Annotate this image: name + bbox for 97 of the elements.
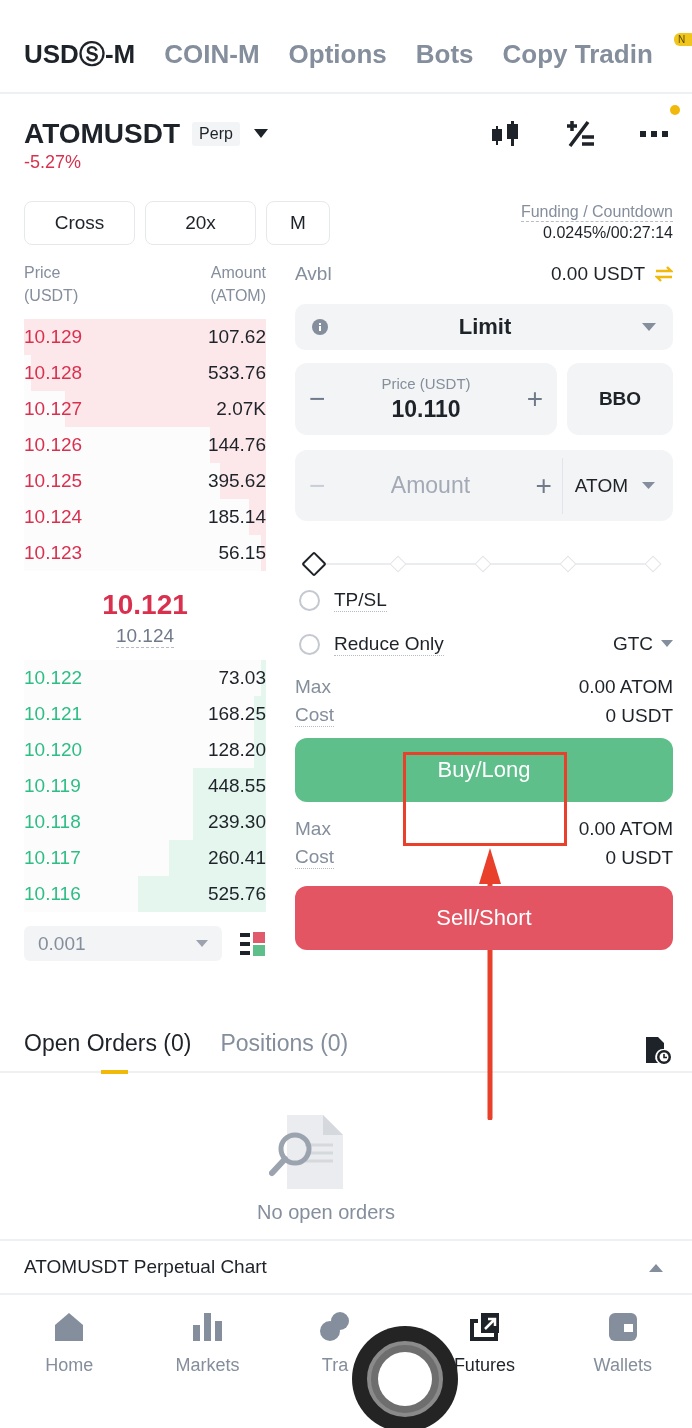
bid-price[interactable]: 10.116 — [24, 883, 81, 905]
market-tab[interactable]: Options — [288, 22, 387, 70]
funding-value: 0.0245%/00:27:14 — [543, 224, 673, 242]
price-value[interactable]: 10.110 — [391, 396, 461, 423]
bid-price[interactable]: 10.122 — [24, 667, 83, 689]
option-radio[interactable] — [299, 633, 320, 655]
info-value: 0 USDT — [605, 704, 673, 727]
option-radio[interactable] — [299, 589, 320, 611]
ask-amount: 144.76 — [207, 434, 266, 456]
market-tab[interactable]: COIN-M — [164, 22, 260, 70]
caret-icon — [661, 640, 673, 648]
ask-amount: 56.15 — [218, 542, 266, 564]
bid-amount: 128.20 — [207, 739, 266, 761]
chart-toggle-bar[interactable]: ATOMUSDT Perpetual Chart — [0, 1241, 692, 1295]
market-tab[interactable]: Bots — [415, 22, 474, 70]
margin-mode-button[interactable]: M — [266, 201, 330, 245]
calculator-icon[interactable] — [566, 119, 596, 149]
bbo-button[interactable]: BBO — [567, 363, 673, 435]
book-layout-icon[interactable] — [240, 931, 266, 956]
margin-mode-button[interactable]: Cross — [24, 201, 135, 245]
market-tab[interactable]: USDⓈ-M — [24, 20, 136, 72]
time-in-force-dropdown[interactable]: GTC — [612, 633, 673, 655]
buy-long-button[interactable]: Buy/Long — [295, 738, 673, 802]
price-header: Price (USDT) — [24, 263, 79, 306]
option-label[interactable]: Reduce Only — [334, 632, 444, 656]
unit-dropdown[interactable]: ATOM — [561, 457, 673, 514]
bid-price[interactable]: 10.120 — [24, 739, 83, 761]
ask-amount: 2.07K — [216, 398, 266, 420]
new-badge: N — [674, 33, 692, 46]
order-type-dropdown[interactable]: Limit — [295, 304, 673, 350]
bar-chart-icon — [190, 1311, 225, 1343]
available-balance: 0.00 USDT — [551, 263, 645, 285]
history-icon[interactable] — [646, 1037, 672, 1065]
ask-price[interactable]: 10.129 — [24, 326, 83, 348]
bid-price[interactable]: 10.121 — [24, 703, 83, 725]
bid-price[interactable]: 10.117 — [24, 847, 81, 869]
bid-amount: 168.25 — [207, 703, 266, 725]
more-icon[interactable] — [640, 131, 668, 137]
contract-tag: Perp — [192, 122, 240, 146]
info-label: Max — [295, 817, 331, 840]
ask-amount: 533.76 — [207, 362, 266, 384]
bid-amount: 73.03 — [218, 667, 266, 689]
bid-price[interactable]: 10.119 — [24, 775, 81, 797]
caret-icon[interactable] — [253, 129, 268, 139]
coins-icon — [318, 1311, 352, 1343]
bid-amount: 448.55 — [207, 775, 266, 797]
available-label: Avbl — [295, 263, 332, 285]
ask-amount: 395.62 — [207, 470, 266, 492]
increase-button[interactable]: + — [526, 383, 543, 415]
empty-message: No open orders — [257, 1201, 395, 1224]
market-tab[interactable]: Copy Tradin — [502, 22, 653, 70]
price-change: -5.27% — [24, 152, 83, 173]
tick-size-dropdown[interactable]: 0.001 — [24, 926, 222, 961]
symbol-name[interactable]: ATOMUSDT — [24, 118, 181, 150]
sell-short-button[interactable]: Sell/Short — [295, 886, 673, 950]
caret-icon — [642, 481, 655, 490]
ask-price[interactable]: 10.125 — [24, 470, 83, 492]
last-price: 10.121 — [102, 589, 188, 621]
ask-amount: 185.14 — [207, 506, 266, 528]
ask-price[interactable]: 10.127 — [24, 398, 83, 420]
info-label: Max — [295, 675, 331, 698]
caret-icon — [196, 939, 208, 948]
nav-item[interactable]: Markets — [175, 1311, 240, 1376]
nav-item[interactable]: Home — [45, 1311, 94, 1376]
info-label: Cost — [295, 846, 335, 869]
price-label: Price (USDT) — [381, 375, 471, 392]
info-value: 0.00 ATOM — [578, 817, 673, 840]
orders-tab[interactable]: Positions (0) — [220, 1030, 349, 1072]
ask-price[interactable]: 10.124 — [24, 506, 83, 528]
bid-amount: 260.41 — [207, 847, 266, 869]
amount-header: Amount (ATOM) — [210, 263, 266, 306]
collapse-caret-icon — [649, 1262, 663, 1272]
info-label: Cost — [295, 704, 335, 727]
nav-item[interactable]: Futures — [453, 1311, 515, 1376]
ask-price[interactable]: 10.123 — [24, 542, 83, 564]
decrease-button[interactable]: − — [309, 383, 326, 415]
bid-amount: 239.30 — [207, 811, 266, 833]
bid-price[interactable]: 10.118 — [24, 811, 81, 833]
margin-mode-button[interactable]: 20x — [145, 201, 256, 245]
funding-label[interactable]: Funding / Countdown — [520, 203, 673, 222]
info-value: 0.00 ATOM — [578, 675, 673, 698]
info-value: 0 USDT — [605, 846, 673, 869]
ask-price[interactable]: 10.128 — [24, 362, 83, 384]
orders-tab[interactable]: Open Orders (0) — [24, 1030, 192, 1072]
increase-button[interactable]: + — [535, 469, 552, 502]
option-label[interactable]: TP/SL — [334, 588, 387, 612]
nav-item[interactable]: Wallets — [593, 1311, 652, 1376]
nav-item[interactable]: Tra — [318, 1311, 352, 1376]
notification-dot — [670, 105, 680, 115]
ask-amount: 107.62 — [207, 326, 266, 348]
bid-amount: 525.76 — [207, 883, 266, 905]
futures-icon — [467, 1311, 502, 1343]
amount-input[interactable]: Amount — [325, 471, 536, 500]
ask-price[interactable]: 10.126 — [24, 434, 83, 456]
mark-price: 10.124 — [115, 625, 175, 648]
info-icon — [312, 319, 328, 335]
caret-icon — [642, 322, 656, 332]
